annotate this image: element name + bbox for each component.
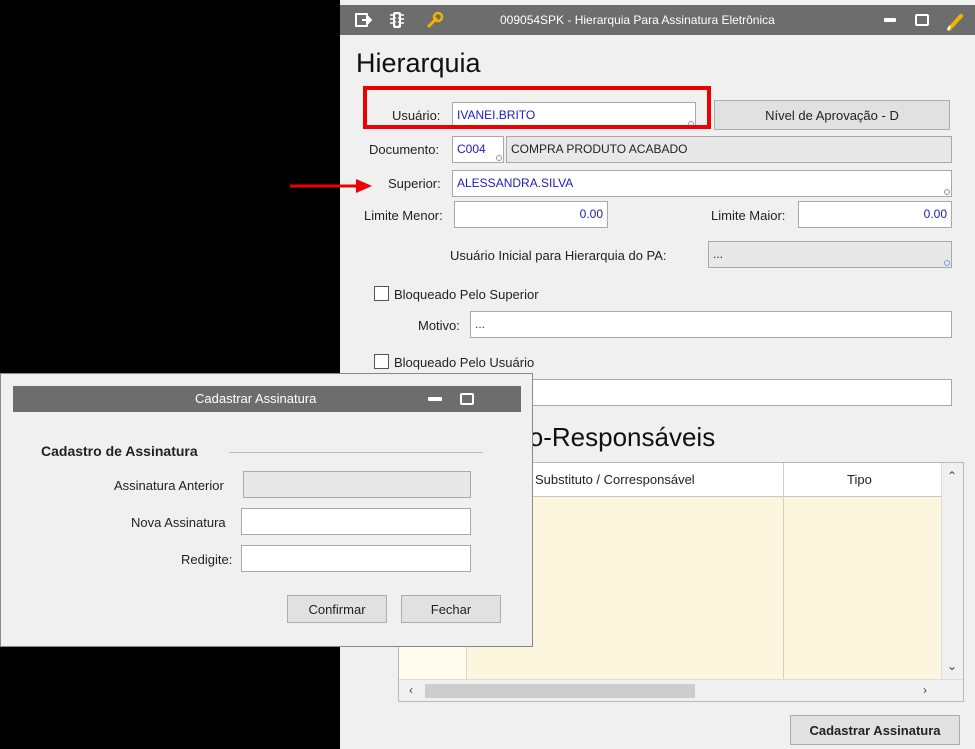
scroll-down-icon[interactable]: ⌄	[947, 659, 957, 673]
group-title: Cadastro de Assinatura	[41, 443, 198, 459]
motivo-value: ...	[475, 317, 486, 331]
bloqueado-superior-checkbox[interactable]	[374, 286, 389, 301]
minimize-icon[interactable]	[880, 13, 900, 27]
traffic-light-icon[interactable]	[388, 11, 406, 29]
nova-assinatura-label: Nova Assinatura	[131, 515, 226, 530]
assinatura-anterior-label: Assinatura Anterior	[114, 478, 224, 493]
bloqueado-usuario-label: Bloqueado Pelo Usuário	[394, 355, 535, 370]
scroll-right-icon[interactable]: ›	[923, 683, 927, 697]
cadastrar-assinatura-button[interactable]: Cadastrar Assinatura	[790, 715, 960, 745]
page-title: Hierarquia	[356, 48, 481, 78]
title-bar: 009054SPK - Hierarquia Para Assinatura E…	[340, 5, 975, 35]
nivel-aprovacao-button[interactable]: Nível de Aprovação - D	[714, 100, 950, 130]
column-separator	[783, 463, 784, 681]
pencil-icon[interactable]	[946, 13, 966, 31]
nova-assinatura-field[interactable]	[241, 508, 471, 535]
vertical-scrollbar[interactable]: ⌃ ⌄	[941, 463, 963, 681]
usuario-inicial-field[interactable]: ...	[708, 241, 952, 268]
documento-code-field[interactable]: C004	[452, 136, 504, 163]
documento-code: C004	[457, 142, 486, 156]
limite-menor-field[interactable]: 0.00	[454, 201, 608, 228]
minimize-icon[interactable]	[425, 392, 445, 406]
limite-maior-field[interactable]: 0.00	[798, 201, 952, 228]
motivo-label: Motivo:	[418, 318, 460, 333]
documento-label: Documento:	[369, 142, 440, 157]
superior-field[interactable]: ALESSANDRA.SILVA	[452, 170, 952, 197]
dialog-title-bar: Cadastrar Assinatura	[13, 386, 521, 412]
wrench-icon[interactable]	[426, 11, 444, 29]
limite-maior-label: Limite Maior:	[711, 208, 786, 223]
limite-menor-label: Limite Menor:	[364, 208, 443, 223]
group-divider	[229, 452, 483, 453]
highlight-box	[363, 86, 711, 129]
fechar-button[interactable]: Fechar	[401, 595, 501, 623]
lookup-icon[interactable]	[496, 155, 502, 161]
documento-desc-field: COMPRA PRODUTO ACABADO	[506, 136, 952, 163]
scroll-up-icon[interactable]: ⌃	[947, 469, 957, 483]
bloqueado-superior-label: Bloqueado Pelo Superior	[394, 287, 539, 302]
redigite-label: Redigite:	[181, 552, 233, 567]
lookup-icon[interactable]	[944, 260, 950, 266]
window-title: 009054SPK - Hierarquia Para Assinatura E…	[500, 13, 775, 27]
usuario-inicial-value: ...	[713, 247, 724, 261]
limite-maior-value: 0.00	[923, 207, 947, 221]
scroll-left-icon[interactable]: ‹	[409, 683, 413, 697]
bloqueado-usuario-checkbox[interactable]	[374, 354, 389, 369]
assinatura-anterior-field	[243, 471, 471, 498]
column-header-substituto[interactable]: Substituto / Corresponsável	[535, 472, 695, 487]
red-arrow	[290, 179, 372, 193]
lookup-icon[interactable]	[944, 189, 950, 195]
limite-menor-value: 0.00	[579, 207, 603, 221]
maximize-icon[interactable]	[912, 13, 932, 27]
co-responsaveis-title: Co-Responsáveis	[510, 422, 716, 452]
redigite-field[interactable]	[241, 545, 471, 572]
scroll-thumb[interactable]	[425, 684, 695, 698]
documento-desc: COMPRA PRODUTO ACABADO	[511, 142, 688, 156]
motivo-field[interactable]: ...	[470, 311, 952, 338]
export-icon[interactable]	[354, 11, 372, 29]
superior-label: Superior:	[388, 176, 441, 191]
motivo-usuario-field[interactable]	[470, 379, 952, 406]
cadastrar-assinatura-dialog: Cadastrar Assinatura Cadastro de Assinat…	[0, 373, 533, 647]
horizontal-scrollbar[interactable]: ‹ ›	[399, 679, 963, 701]
maximize-icon[interactable]	[457, 392, 477, 406]
dialog-title: Cadastrar Assinatura	[195, 391, 317, 406]
confirmar-button[interactable]: Confirmar	[287, 595, 387, 623]
column-header-tipo[interactable]: Tipo	[847, 472, 872, 487]
usuario-inicial-label: Usuário Inicial para Hierarquia do PA:	[450, 248, 667, 263]
superior-value: ALESSANDRA.SILVA	[457, 176, 574, 190]
